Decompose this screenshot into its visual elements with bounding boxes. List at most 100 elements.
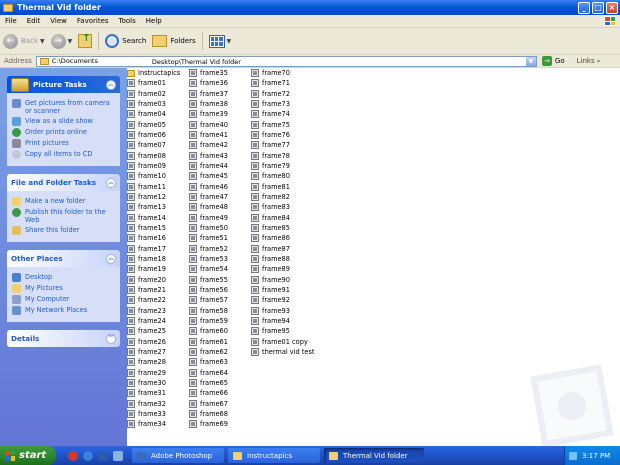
task-copy-to-cd[interactable]: Copy all items to CD xyxy=(12,150,115,159)
task-order-prints[interactable]: Order prints online xyxy=(12,128,115,137)
task-share-folder[interactable]: Share this folder xyxy=(12,226,115,235)
file-item[interactable]: frame05 xyxy=(127,120,180,130)
file-item[interactable]: frame16 xyxy=(127,233,180,243)
file-item[interactable]: frame69 xyxy=(189,419,228,429)
file-item[interactable]: frame93 xyxy=(251,306,315,316)
place-my-pictures[interactable]: My Pictures xyxy=(12,284,115,293)
file-item[interactable]: frame88 xyxy=(251,254,315,264)
file-item[interactable]: frame53 xyxy=(189,254,228,264)
file-item[interactable]: frame15 xyxy=(127,223,180,233)
file-item[interactable]: frame61 xyxy=(189,337,228,347)
task-get-pictures[interactable]: Get pictures from camera or scanner xyxy=(12,99,115,115)
file-item[interactable]: frame63 xyxy=(189,357,228,367)
file-item[interactable]: frame18 xyxy=(127,254,180,264)
menu-tools[interactable]: Tools xyxy=(114,17,141,25)
file-item[interactable]: frame50 xyxy=(189,223,228,233)
file-item[interactable]: frame82 xyxy=(251,192,315,202)
show-desktop-icon[interactable] xyxy=(113,450,123,461)
address-input[interactable]: C:\Documents Desktop\Thermal Vid folder … xyxy=(35,55,537,67)
file-item[interactable]: frame65 xyxy=(189,378,228,388)
file-item[interactable]: frame01 copy xyxy=(251,337,315,347)
file-item[interactable]: frame62 xyxy=(189,347,228,357)
file-item[interactable]: frame12 xyxy=(127,192,180,202)
file-item[interactable]: frame59 xyxy=(189,316,228,326)
file-item[interactable]: frame77 xyxy=(251,140,315,150)
collapse-chevron-icon[interactable]: ︽ xyxy=(106,177,116,188)
file-item[interactable]: frame75 xyxy=(251,120,315,130)
menu-favorites[interactable]: Favorites xyxy=(72,17,114,25)
file-item[interactable]: frame43 xyxy=(189,151,228,161)
folders-button[interactable]: Folders xyxy=(149,30,198,52)
file-item[interactable]: frame92 xyxy=(251,295,315,305)
file-item[interactable]: frame48 xyxy=(189,202,228,212)
file-item[interactable]: frame67 xyxy=(189,399,228,409)
media-player-icon[interactable] xyxy=(68,450,78,461)
file-item[interactable]: frame25 xyxy=(127,326,180,336)
task-instructapics[interactable]: Instructapics xyxy=(228,448,320,463)
task-new-folder[interactable]: Make a new folder xyxy=(12,197,115,206)
file-item[interactable]: frame57 xyxy=(189,295,228,305)
file-item[interactable]: frame09 xyxy=(127,161,180,171)
file-item[interactable]: frame66 xyxy=(189,388,228,398)
start-button[interactable]: start xyxy=(0,446,56,465)
file-item[interactable]: frame40 xyxy=(189,120,228,130)
file-item[interactable]: frame86 xyxy=(251,233,315,243)
file-item[interactable]: frame08 xyxy=(127,151,180,161)
file-item[interactable]: frame07 xyxy=(127,140,180,150)
chevron-right-icon[interactable]: » xyxy=(597,58,601,65)
file-item[interactable]: frame89 xyxy=(251,264,315,274)
task-thermal-vid-folder[interactable]: Thermal Vid folder xyxy=(324,448,424,463)
file-item[interactable]: frame45 xyxy=(189,171,228,181)
other-places-header[interactable]: Other Places ︽ xyxy=(7,250,120,267)
file-item[interactable]: frame39 xyxy=(189,109,228,119)
maximize-button[interactable]: □ xyxy=(592,1,604,14)
file-item[interactable]: frame90 xyxy=(251,275,315,285)
menu-edit[interactable]: Edit xyxy=(22,17,46,25)
file-item[interactable]: frame60 xyxy=(189,326,228,336)
file-item[interactable]: frame46 xyxy=(189,182,228,192)
file-item[interactable]: frame36 xyxy=(189,78,228,88)
file-folder-tasks-header[interactable]: File and Folder Tasks ︽ xyxy=(7,174,120,191)
file-item[interactable]: frame83 xyxy=(251,202,315,212)
file-item[interactable]: frame27 xyxy=(127,347,180,357)
file-item[interactable]: frame80 xyxy=(251,171,315,181)
file-item[interactable]: frame01 xyxy=(127,78,180,88)
file-item[interactable]: frame47 xyxy=(189,192,228,202)
file-item[interactable]: frame58 xyxy=(189,306,228,316)
menu-help[interactable]: Help xyxy=(141,17,167,25)
task-publish-web[interactable]: Publish this folder to the Web xyxy=(12,208,115,224)
file-item[interactable]: frame34 xyxy=(127,419,180,429)
file-item[interactable]: frame10 xyxy=(127,171,180,181)
file-item[interactable]: frame84 xyxy=(251,213,315,223)
file-item[interactable]: frame44 xyxy=(189,161,228,171)
task-adobe-photoshop[interactable]: Adobe Photoshop xyxy=(132,448,224,463)
details-header[interactable]: Details ︾ xyxy=(7,330,120,347)
network-tray-icon[interactable] xyxy=(569,451,577,460)
file-item[interactable]: frame52 xyxy=(189,244,228,254)
collapse-chevron-icon[interactable]: ︽ xyxy=(106,79,116,90)
menu-file[interactable]: File xyxy=(0,17,22,25)
file-item[interactable]: frame32 xyxy=(127,399,180,409)
up-button[interactable] xyxy=(75,30,95,52)
file-item[interactable]: frame94 xyxy=(251,316,315,326)
file-item[interactable]: frame26 xyxy=(127,337,180,347)
place-network[interactable]: My Network Places xyxy=(12,306,115,315)
file-item[interactable]: frame95 xyxy=(251,326,315,336)
collapse-chevron-icon[interactable]: ︽ xyxy=(106,253,116,264)
file-item[interactable]: frame35 xyxy=(189,68,228,78)
word-icon[interactable] xyxy=(98,450,108,461)
file-item[interactable]: frame72 xyxy=(251,89,315,99)
place-desktop[interactable]: Desktop xyxy=(12,273,115,282)
file-item[interactable]: frame49 xyxy=(189,213,228,223)
file-item[interactable]: frame91 xyxy=(251,285,315,295)
place-my-computer[interactable]: My Computer xyxy=(12,295,115,304)
title-bar[interactable]: Thermal Vid folder _ □ × xyxy=(0,0,620,15)
file-item[interactable]: frame31 xyxy=(127,388,180,398)
views-button[interactable]: ▼ xyxy=(206,30,235,52)
file-item[interactable]: frame11 xyxy=(127,182,180,192)
task-print-pictures[interactable]: Print pictures xyxy=(12,139,115,148)
file-item[interactable]: frame29 xyxy=(127,368,180,378)
close-button[interactable]: × xyxy=(606,1,618,14)
internet-explorer-icon[interactable] xyxy=(83,450,93,461)
file-item[interactable]: frame70 xyxy=(251,68,315,78)
